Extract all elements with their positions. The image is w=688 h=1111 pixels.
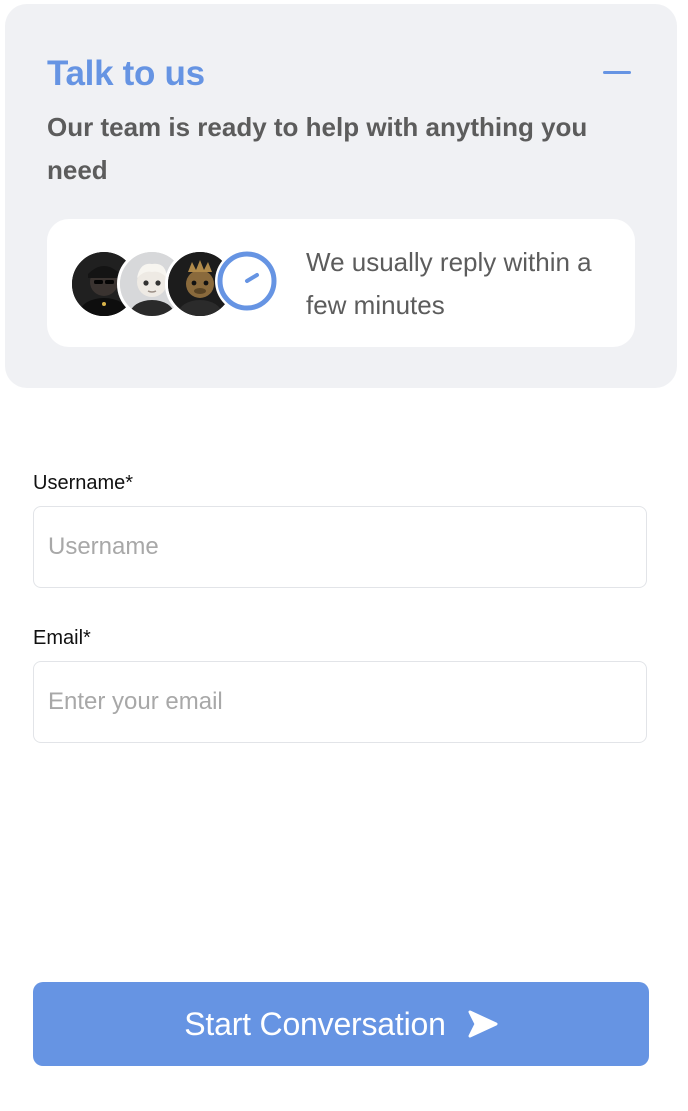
header-card: Talk to us Our team is ready to help wit…: [5, 4, 677, 388]
widget-title: Talk to us: [47, 54, 205, 93]
clock-avatar: [215, 249, 279, 313]
widget-subtitle: Our team is ready to help with anything …: [47, 112, 588, 185]
minimize-button[interactable]: [601, 58, 635, 86]
chat-widget: Talk to us Our team is ready to help wit…: [0, 0, 688, 1111]
send-icon: [468, 1010, 498, 1038]
email-input[interactable]: [33, 661, 647, 743]
username-input[interactable]: [33, 506, 647, 588]
reply-time-card: We usually reply within a few minutes: [47, 219, 635, 347]
email-label: Email*: [33, 627, 91, 649]
minus-icon: [603, 71, 631, 74]
team-avatars: [69, 249, 289, 319]
clock-icon: [217, 251, 277, 311]
start-conversation-label: Start Conversation: [184, 1005, 446, 1042]
start-conversation-button[interactable]: Start Conversation: [33, 982, 649, 1066]
reply-time-text: We usually reply within a few minutes: [306, 247, 592, 320]
username-label: Username*: [33, 472, 134, 494]
